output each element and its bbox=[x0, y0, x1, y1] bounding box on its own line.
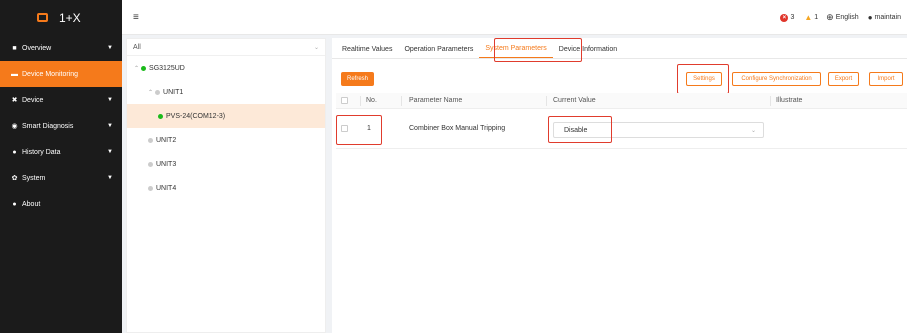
current-value-text: Disable bbox=[564, 126, 588, 134]
sidebar-item-label: Device Monitoring bbox=[22, 70, 79, 78]
warning-icon: ▲ bbox=[804, 13, 813, 22]
monitor-icon: ▬ bbox=[11, 70, 18, 78]
column-divider bbox=[360, 96, 361, 106]
error-icon: × bbox=[780, 13, 789, 22]
sidebar-item-label: System bbox=[22, 174, 46, 182]
chevron-down-icon: ⌄ bbox=[313, 44, 319, 51]
tab-realtime-values[interactable]: Realtime Values bbox=[336, 46, 398, 58]
user-menu[interactable]: ● maintain bbox=[868, 13, 901, 22]
select-all-cell bbox=[341, 93, 348, 108]
export-button[interactable]: Export bbox=[828, 72, 859, 86]
chevron-down-icon: ⌄ bbox=[750, 127, 756, 134]
warning-indicator[interactable]: ▲ 1 bbox=[804, 13, 818, 22]
online-status-icon bbox=[158, 113, 163, 119]
tree-node-label: UNIT2 bbox=[156, 136, 177, 144]
tree-node-root[interactable]: ⌃ SG3125UD bbox=[127, 56, 325, 80]
offline-status-icon bbox=[148, 161, 153, 167]
row-select-cell bbox=[341, 109, 348, 148]
sidebar-item-device-monitoring[interactable]: ▬ Device Monitoring bbox=[0, 61, 122, 87]
app-title: 1+X bbox=[59, 10, 81, 25]
tree-node-unit3[interactable]: UNIT3 bbox=[127, 152, 325, 176]
settings-button[interactable]: Settings bbox=[686, 72, 722, 86]
sidebar-item-label: Device bbox=[22, 96, 44, 104]
tree-node-unit4[interactable]: UNIT4 bbox=[127, 176, 325, 200]
sidebar-item-system[interactable]: ✿ System ▼ bbox=[0, 165, 122, 191]
logo: 1+X bbox=[0, 0, 122, 35]
sidebar-item-label: History Data bbox=[22, 148, 61, 156]
column-divider bbox=[401, 96, 402, 106]
sidebar-item-smart-diagnosis[interactable]: ◉ Smart Diagnosis ▼ bbox=[0, 113, 122, 139]
offline-status-icon bbox=[155, 89, 161, 95]
row-no: 1 bbox=[367, 125, 371, 132]
row-checkbox[interactable] bbox=[341, 125, 348, 132]
tab-bar: Realtime Values Operation Parameters Sys… bbox=[332, 38, 907, 59]
sidebar-item-history-data[interactable]: ● History Data ▼ bbox=[0, 139, 122, 165]
device-filter-value: All bbox=[133, 43, 141, 51]
tree-node-unit1[interactable]: ⌃ UNIT1 bbox=[127, 80, 325, 104]
tab-operation-parameters[interactable]: Operation Parameters bbox=[398, 46, 479, 58]
offline-status-icon bbox=[148, 185, 153, 191]
error-indicator[interactable]: × 3 bbox=[780, 13, 795, 22]
grid-icon: ■ bbox=[12, 44, 17, 52]
configure-sync-button[interactable]: Configure Synchronization bbox=[732, 72, 821, 86]
error-count: 3 bbox=[790, 14, 795, 21]
language-switch[interactable]: ⊕ English bbox=[826, 12, 859, 23]
col-header-name: Parameter Name bbox=[409, 97, 463, 104]
caret-down-icon: ▼ bbox=[107, 45, 113, 51]
tree-node-leaf-selected[interactable]: PVS-24(COM12-3) bbox=[127, 104, 325, 128]
sidebar-item-label: Overview bbox=[22, 44, 52, 52]
table-row: 1 Combiner Box Manual Tripping Disable ⌄ bbox=[336, 109, 907, 149]
tree-node-label: UNIT3 bbox=[156, 160, 177, 168]
top-right-status: × 3 ▲ 1 ⊕ English ● maintain bbox=[780, 0, 901, 35]
caret-down-icon: ▼ bbox=[107, 123, 113, 129]
tree-node-unit2[interactable]: UNIT2 bbox=[127, 128, 325, 152]
col-header-value: Current Value bbox=[553, 97, 596, 104]
tree-node-label: UNIT1 bbox=[163, 88, 184, 96]
collapse-caret-icon[interactable]: ⌃ bbox=[148, 89, 153, 96]
gear-icon: ✿ bbox=[11, 175, 18, 182]
sidebar: 1+X ■ Overview ▼ ▬ Device Monitoring ✖ D… bbox=[0, 0, 122, 333]
menu-toggle-icon[interactable]: ≡ bbox=[133, 12, 139, 23]
import-button[interactable]: Import bbox=[869, 72, 903, 86]
sidebar-item-label: About bbox=[22, 200, 41, 208]
annotation-highlight bbox=[494, 38, 582, 62]
logo-icon bbox=[37, 13, 48, 22]
history-icon: ● bbox=[12, 148, 17, 156]
sidebar-item-overview[interactable]: ■ Overview ▼ bbox=[0, 35, 122, 61]
col-header-no: No. bbox=[366, 97, 377, 104]
language-label: English bbox=[835, 14, 859, 21]
wrench-icon: ✖ bbox=[11, 97, 18, 104]
user-icon: ● bbox=[867, 13, 873, 22]
globe-icon: ⊕ bbox=[826, 12, 834, 22]
tree-node-label: UNIT4 bbox=[156, 184, 177, 192]
top-bar: ≡ × 3 ▲ 1 ⊕ English ● maintain bbox=[122, 0, 907, 35]
caret-down-icon: ▼ bbox=[107, 175, 113, 181]
caret-down-icon: ▼ bbox=[107, 97, 113, 103]
sidebar-item-label: Smart Diagnosis bbox=[22, 122, 74, 130]
collapse-caret-icon[interactable]: ⌃ bbox=[134, 65, 139, 72]
device-tree-panel: All ⌄ ⌃ SG3125UD ⌃ UNIT1 PVS-24(COM12-3)… bbox=[126, 38, 326, 333]
row-parameter-name: Combiner Box Manual Tripping bbox=[409, 125, 506, 132]
tree-node-label: SG3125UD bbox=[149, 64, 185, 72]
table-header: No. Parameter Name Current Value Illustr… bbox=[336, 93, 907, 109]
main-panel: Realtime Values Operation Parameters Sys… bbox=[332, 38, 907, 333]
diagnosis-icon: ◉ bbox=[11, 123, 18, 130]
col-header-illustrate: Illustrate bbox=[776, 97, 803, 104]
current-value-select[interactable]: Disable ⌄ bbox=[553, 122, 764, 138]
caret-down-icon: ▼ bbox=[107, 149, 113, 155]
sidebar-item-about[interactable]: ● About bbox=[0, 191, 122, 217]
sidebar-item-device[interactable]: ✖ Device ▼ bbox=[0, 87, 122, 113]
info-icon: ● bbox=[12, 200, 17, 208]
offline-status-icon bbox=[148, 137, 153, 143]
device-filter-select[interactable]: All ⌄ bbox=[127, 39, 325, 56]
column-divider bbox=[770, 96, 771, 106]
refresh-button[interactable]: Refresh bbox=[341, 72, 375, 86]
user-name: maintain bbox=[874, 14, 901, 21]
online-status-icon bbox=[141, 65, 147, 71]
select-all-checkbox[interactable] bbox=[341, 97, 348, 104]
warning-count: 1 bbox=[814, 14, 819, 21]
tree-node-label: PVS-24(COM12-3) bbox=[166, 112, 226, 120]
column-divider bbox=[546, 96, 547, 106]
